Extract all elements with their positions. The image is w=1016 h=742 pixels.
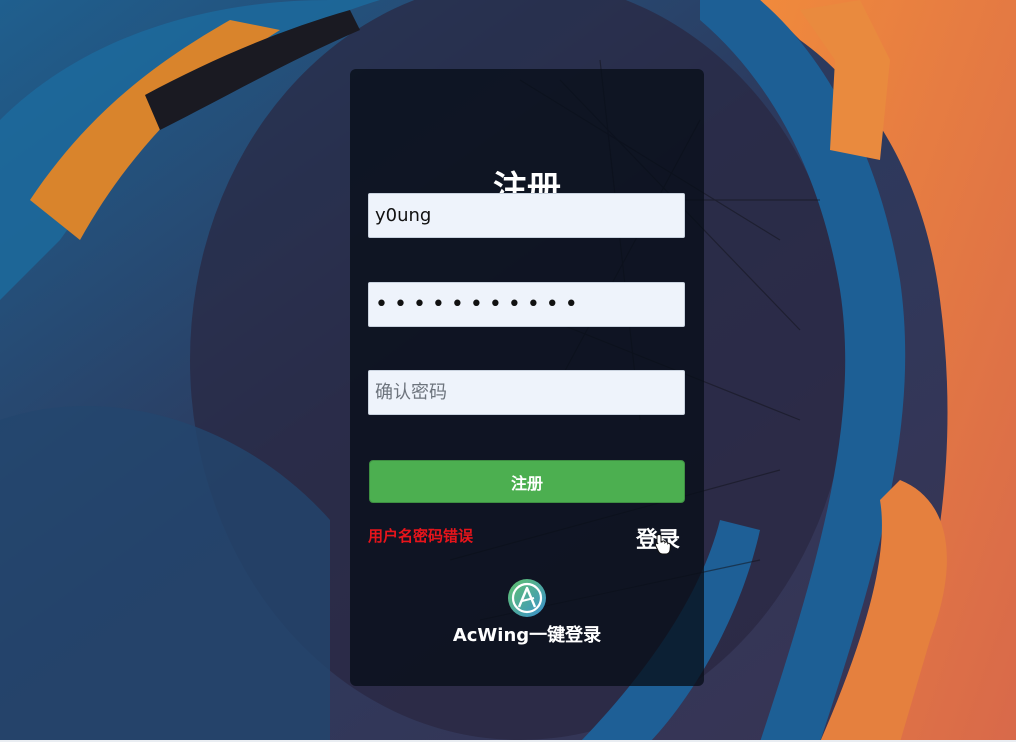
hand-cursor-icon <box>654 533 671 555</box>
password-input[interactable] <box>368 282 685 327</box>
error-message: 用户名密码错误 <box>368 527 474 545</box>
register-page: 注册 注册 用户名密码错误 登录 AcWing一键登录 <box>0 0 1016 742</box>
acwing-logo-icon[interactable] <box>507 578 547 618</box>
confirm-password-input[interactable] <box>368 370 685 415</box>
register-button[interactable]: 注册 <box>369 460 685 503</box>
username-input[interactable] <box>368 193 685 238</box>
acwing-login-label[interactable]: AcWing一键登录 <box>430 623 624 649</box>
